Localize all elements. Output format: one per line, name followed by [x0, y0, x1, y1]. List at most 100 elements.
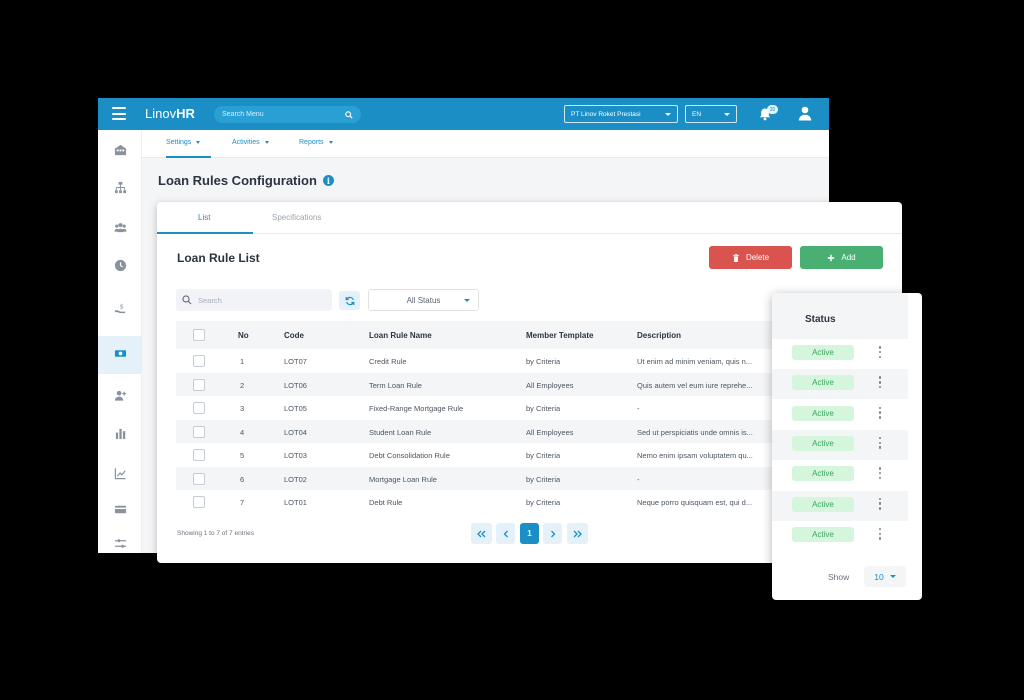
sidebar-item-settings[interactable]: [98, 524, 142, 553]
more-options-icon[interactable]: [878, 497, 882, 510]
chevron-left-icon: [503, 530, 508, 537]
sidebar-item-organization[interactable]: [98, 170, 142, 208]
cell-code: LOT03: [284, 451, 307, 460]
add-user-icon: [114, 390, 126, 401]
sub-navigation: Settings Activities Reports: [142, 130, 829, 158]
sidebar-item-time-attendance[interactable]: [98, 248, 142, 286]
more-options-icon[interactable]: [878, 467, 882, 480]
prev-page-button[interactable]: [496, 523, 515, 544]
column-header-template[interactable]: Member Template: [526, 331, 593, 340]
building-icon: [114, 144, 126, 156]
table-search: [176, 289, 332, 311]
sidebar-item-reimbursement[interactable]: $: [98, 290, 142, 328]
cell-template: by Criteria: [526, 474, 561, 484]
column-header-name[interactable]: Loan Rule Name: [369, 331, 432, 340]
org-chart-icon: [114, 181, 126, 194]
list-title: Loan Rule List: [177, 251, 260, 265]
sidebar-item-competency[interactable]: [98, 416, 142, 454]
subnav-settings[interactable]: Settings: [166, 139, 201, 146]
cell-description: Ut enim ad minim veniam, quis n...: [637, 357, 753, 366]
double-chevron-left-icon: [477, 530, 486, 537]
app-logo[interactable]: LinovHR: [145, 106, 195, 121]
status-row: Active: [772, 429, 908, 460]
cell-no: 1: [240, 357, 245, 366]
table-search-input[interactable]: [198, 295, 326, 305]
info-icon[interactable]: i: [322, 175, 334, 186]
show-label: Show: [828, 572, 850, 582]
column-header-code[interactable]: Code: [284, 331, 304, 340]
row-checkbox[interactable]: [193, 472, 205, 485]
subnav-label: Settings: [166, 139, 192, 146]
status-row: Active: [772, 339, 908, 369]
subnav-reports[interactable]: Reports: [299, 139, 333, 146]
page-size-select[interactable]: 10: [864, 566, 906, 587]
hand-money-icon: $: [114, 302, 125, 314]
cell-name: Mortgage Loan Rule: [369, 474, 437, 484]
clock-icon: [114, 259, 126, 272]
row-checkbox[interactable]: [193, 378, 205, 391]
subnav-active-indicator: [166, 156, 211, 158]
row-checkbox[interactable]: [193, 355, 205, 367]
entries-info: Showing 1 to 7 of 7 entries: [177, 530, 254, 537]
sidebar-item-company[interactable]: [98, 132, 142, 170]
cell-no: 7: [240, 498, 245, 507]
language-select[interactable]: EN: [685, 105, 737, 123]
users-icon: [113, 223, 127, 233]
chevron-down-icon: [264, 141, 269, 144]
more-options-icon[interactable]: [878, 527, 882, 540]
more-options-icon[interactable]: [878, 376, 882, 389]
more-options-icon[interactable]: [878, 436, 882, 449]
page-button-current[interactable]: 1: [520, 523, 539, 544]
sidebar-item-finance[interactable]: [98, 336, 142, 374]
company-select[interactable]: PT Linov Roket Prestasi: [564, 105, 678, 123]
refresh-button[interactable]: [339, 291, 360, 310]
status-badge: Active: [792, 435, 854, 451]
user-profile-icon[interactable]: [798, 106, 812, 121]
last-page-button[interactable]: [567, 523, 588, 544]
page-title: Loan Rules Configuration i: [158, 173, 334, 188]
sidebar-item-employees[interactable]: [98, 210, 142, 248]
add-button[interactable]: Add: [800, 246, 883, 269]
subnav-activities[interactable]: Activities: [232, 139, 269, 146]
menu-search: [214, 106, 361, 123]
status-filter-select[interactable]: All Status: [368, 289, 479, 311]
status-filter-value: All Status: [406, 295, 441, 305]
chevron-down-icon: [665, 112, 671, 116]
search-icon[interactable]: [345, 110, 353, 119]
column-header-description[interactable]: Description: [637, 331, 681, 340]
tab-specifications[interactable]: Specifications: [272, 213, 321, 222]
sidebar-item-recruitment[interactable]: [98, 378, 142, 416]
credit-card-icon: [114, 505, 126, 514]
more-options-icon[interactable]: [878, 346, 882, 358]
column-header-no[interactable]: No: [238, 331, 249, 340]
cell-no: 3: [240, 404, 245, 413]
next-page-button[interactable]: [543, 523, 562, 544]
subnav-label: Reports: [299, 139, 324, 146]
language-select-value: EN: [692, 110, 702, 118]
cell-description: -: [637, 404, 640, 413]
status-row: Active: [772, 400, 908, 430]
cell-name: Debt Consolidation Rule: [369, 451, 450, 460]
cell-description: Neque porro quisquam est, qui d...: [637, 498, 753, 507]
status-panel-header: Status: [772, 293, 908, 339]
cell-description: -: [637, 474, 640, 484]
chevron-down-icon: [724, 112, 730, 116]
tab-active-indicator: [157, 232, 253, 234]
row-checkbox[interactable]: [193, 496, 205, 508]
cell-no: 2: [240, 380, 245, 390]
add-button-label: Add: [841, 253, 856, 262]
trash-icon: [733, 253, 739, 262]
select-all-checkbox[interactable]: [193, 329, 205, 341]
hamburger-menu-icon[interactable]: [112, 107, 126, 120]
row-checkbox[interactable]: [193, 449, 205, 461]
first-page-button[interactable]: [471, 523, 492, 544]
delete-button[interactable]: Delete: [709, 246, 792, 269]
status-badge: Active: [792, 405, 854, 421]
sidebar-item-analytics[interactable]: [98, 456, 142, 494]
top-bar: LinovHR PT Linov Roket Prestasi EN 30: [98, 98, 829, 130]
tab-list[interactable]: List: [198, 213, 210, 222]
row-checkbox[interactable]: [193, 425, 205, 438]
more-options-icon[interactable]: [878, 406, 882, 419]
row-checkbox[interactable]: [193, 402, 205, 414]
menu-search-input[interactable]: [222, 111, 345, 118]
